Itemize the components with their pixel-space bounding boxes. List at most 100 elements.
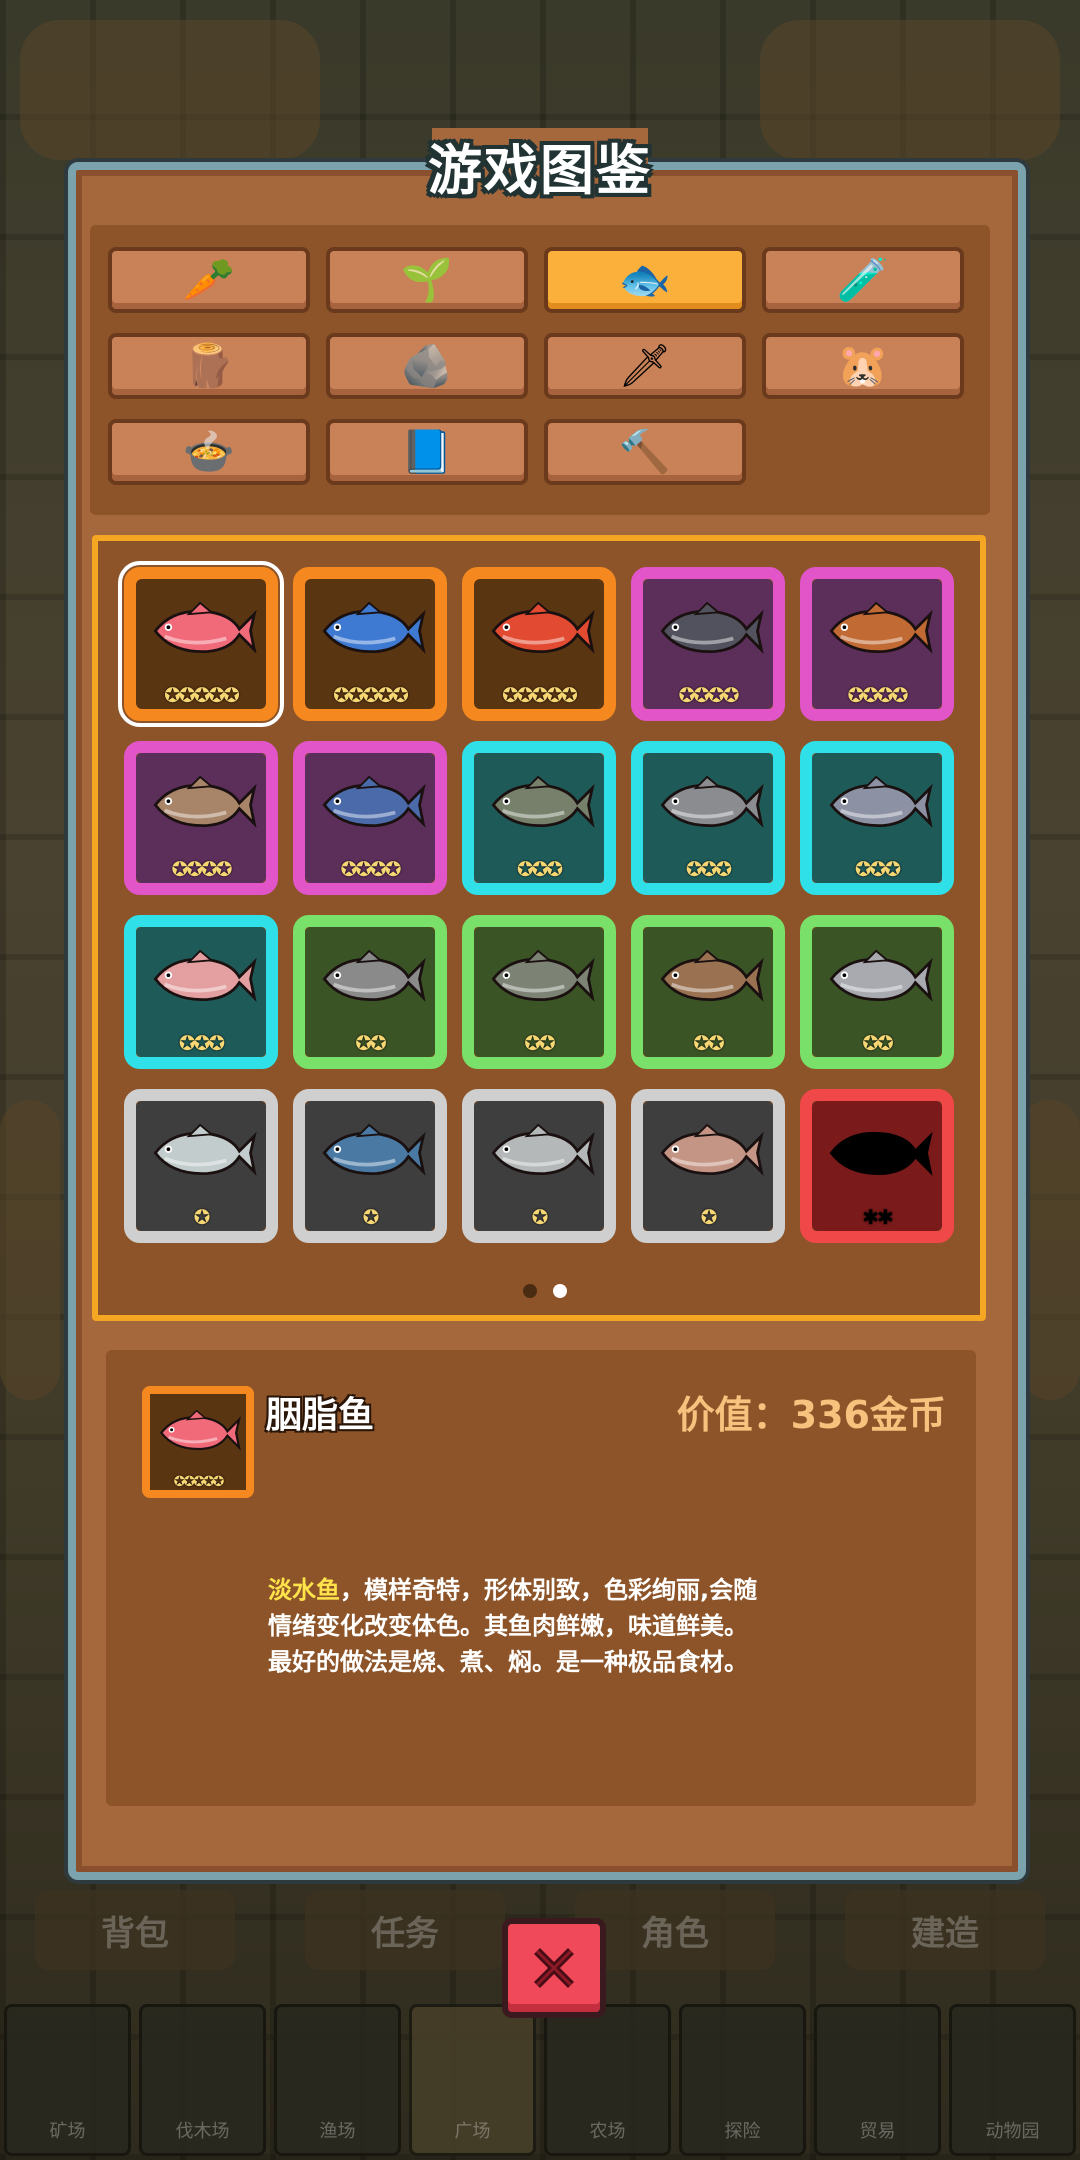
category-tab-wood[interactable]: 🪵 [108, 333, 310, 399]
fish-icon [660, 949, 764, 1002]
rarity-stars: ✪✪ [862, 1031, 894, 1055]
dock-plaza: 广场 [409, 2004, 536, 2156]
fish-card[interactable]: ✪✪ [293, 915, 447, 1069]
fish-icon [322, 949, 426, 1002]
close-icon [534, 1948, 574, 1988]
category-tab-dish[interactable]: 🍲 [108, 419, 310, 485]
category-tab-fish[interactable]: 🐟 [544, 247, 746, 313]
fish-card[interactable]: ✪✪✪ [631, 741, 785, 895]
fish-card[interactable]: ✪✪✪✪✪ [293, 567, 447, 721]
fish-card[interactable]: ✪ [462, 1089, 616, 1243]
rarity-stars: ✪✪✪ [685, 857, 732, 881]
fish-icon [491, 775, 595, 828]
rarity-stars: ✪✪✪ [516, 857, 563, 881]
detail-stars: ✪✪✪✪✪ [173, 1474, 225, 1490]
fish-icon [322, 601, 426, 654]
detail-description: 淡水鱼，模样奇特，形体别致，色彩绚丽,会随 情绪变化改变体色。其鱼肉鲜嫩，味道鲜… [268, 1572, 828, 1680]
fish-card[interactable]: ✪✪ [631, 915, 785, 1069]
detail-panel: ✪✪✪✪✪ 胭脂鱼 价值：336金币 淡水鱼，模样奇特，形体别致，色彩绚丽,会随… [106, 1350, 976, 1806]
category-tab-animal[interactable]: 🐹 [762, 333, 964, 399]
dock-trade: 贸易 [814, 2004, 941, 2156]
fish-icon [153, 949, 257, 1002]
fish-icon [322, 775, 426, 828]
potion-icon: 🧪 [836, 255, 890, 304]
fish-card[interactable]: ✪✪✪✪ [124, 741, 278, 895]
fish-card[interactable]: ✪✪✪✪ [631, 567, 785, 721]
fish-card[interactable]: ✪ [293, 1089, 447, 1243]
fish-card[interactable]: ✪✪✪✪ [293, 741, 447, 895]
fish-card[interactable]: ✪✪ [462, 915, 616, 1069]
bottom-dock: 矿场 伐木场 渔场 广场 农场 探险 贸易 动物园 [0, 2000, 1080, 2160]
bg-tab-build: 建造 [845, 1890, 1045, 1970]
fish-card[interactable]: ✪✪✪ [800, 741, 954, 895]
fish-icon [660, 775, 764, 828]
category-tab-hammer[interactable]: 🔨 [544, 419, 746, 485]
fish-card-locked[interactable]: ✱✱ [800, 1089, 954, 1243]
close-button[interactable] [502, 1918, 606, 2018]
category-tab-vegetable[interactable]: 🥕 [108, 247, 310, 313]
sword-icon: 🗡 [618, 341, 672, 390]
category-tabs: 🥕 🌱 🐟 🧪 🪵 🪨 🗡 🐹 🍲 📘 🔨 [90, 225, 990, 515]
detail-fish-name: 胭脂鱼 [266, 1395, 375, 1436]
detail-thumbnail: ✪✪✪✪✪ [142, 1386, 254, 1498]
category-tab-sword[interactable]: 🗡 [544, 333, 746, 399]
category-tab-book[interactable]: 📘 [326, 419, 528, 485]
page-dot-2[interactable] [553, 1284, 567, 1298]
dock-fishery: 渔场 [274, 2004, 401, 2156]
page-indicator [98, 1283, 992, 1302]
fish-icon [322, 1123, 426, 1176]
fish-card[interactable]: ✪✪✪ [462, 741, 616, 895]
fish-card[interactable]: ✪✪✪✪✪ [118, 561, 284, 727]
bg-tab-task: 任务 [305, 1890, 505, 1970]
fish-grid: ✪✪✪✪✪ ✪✪✪✪✪ ✪✪✪✪✪ ✪✪✪✪ ✪✪✪✪ ✪✪✪✪ ✪✪✪✪ ✪✪✪ ✪✪✪ ✪✪✪… [92, 535, 986, 1321]
hammer-icon: 🔨 [618, 427, 672, 476]
fish-icon [491, 949, 595, 1002]
fish-icon [829, 949, 933, 1002]
fish-icon [829, 601, 933, 654]
silhouette-fish-icon [829, 1131, 933, 1176]
fish-card[interactable]: ✪ [124, 1089, 278, 1243]
detail-price: 价值：336金币 [676, 1393, 946, 1437]
fish-card[interactable]: ✪✪✪✪ [800, 567, 954, 721]
fish-icon [153, 1123, 257, 1176]
rarity-stars: ✪✪✪ [178, 1031, 225, 1055]
rarity-stars: ✪✪✪✪✪ [333, 683, 409, 707]
wood-icon: 🪵 [182, 341, 236, 390]
dock-explore: 探险 [679, 2004, 806, 2156]
fish-icon [660, 1123, 764, 1176]
rarity-stars: ✱✱ [862, 1205, 894, 1229]
detail-fish-icon [159, 1409, 241, 1451]
dock-zoo: 动物园 [949, 2004, 1076, 2156]
category-tab-ore[interactable]: 🪨 [326, 333, 528, 399]
fish-icon [491, 601, 595, 654]
rarity-stars: ✪ [700, 1205, 718, 1229]
rarity-stars: ✪✪ [693, 1031, 725, 1055]
category-tab-seeds[interactable]: 🌱 [326, 247, 528, 313]
fish-icon: 🐟 [618, 255, 672, 304]
vegetable-icon: 🥕 [182, 255, 236, 304]
rarity-stars: ✪ [531, 1205, 549, 1229]
fish-icon [660, 601, 764, 654]
bg-tab-bag: 背包 [35, 1890, 235, 1970]
ore-icon: 🪨 [400, 341, 454, 390]
rarity-stars: ✪✪✪ [854, 857, 901, 881]
page-dot-1[interactable] [523, 1284, 537, 1298]
rarity-stars: ✪✪✪✪ [340, 857, 401, 881]
fish-icon [491, 1123, 595, 1176]
fish-card[interactable]: ✪✪✪✪✪ [462, 567, 616, 721]
category-tab-potion[interactable]: 🧪 [762, 247, 964, 313]
rarity-stars: ✪ [362, 1205, 380, 1229]
dish-icon: 🍲 [182, 427, 236, 476]
rarity-stars: ✪✪✪✪ [847, 683, 908, 707]
desc-line3: 最好的做法是烧、煮、焖。是一种极品食材。 [268, 1648, 748, 1676]
fish-icon [153, 775, 257, 828]
seeds-icon: 🌱 [400, 255, 454, 304]
rarity-stars: ✪ [193, 1205, 211, 1229]
fish-card[interactable]: ✪ [631, 1089, 785, 1243]
rarity-stars: ✪✪✪✪✪ [502, 683, 578, 707]
fish-card[interactable]: ✪✪ [800, 915, 954, 1069]
rarity-stars: ✪✪✪✪✪ [164, 683, 240, 707]
dock-farm: 农场 [544, 2004, 671, 2156]
dock-lumber: 伐木场 [139, 2004, 266, 2156]
fish-card[interactable]: ✪✪✪ [124, 915, 278, 1069]
